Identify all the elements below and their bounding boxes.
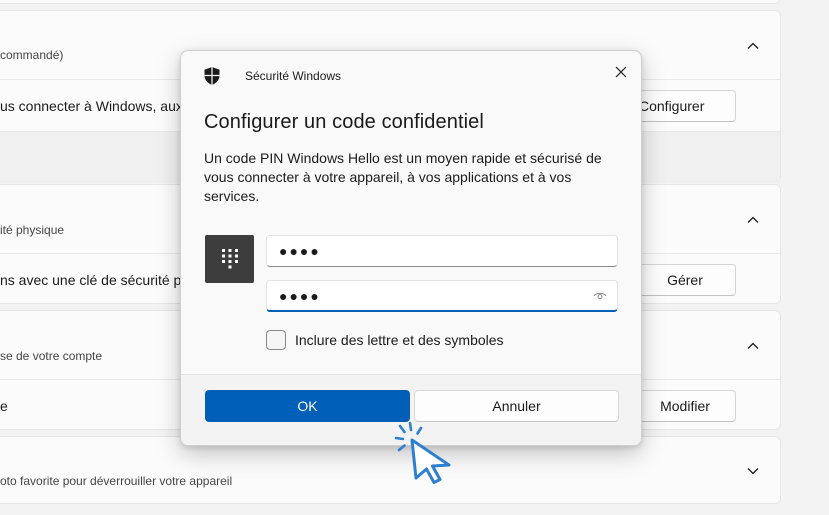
include-symbols-option[interactable]: Inclure des lettre et des symboles [266, 330, 504, 350]
confirm-pin-field[interactable]: ●●●● [266, 280, 618, 312]
section-description: commandé) [0, 48, 64, 62]
row-text: us connecter à Windows, aux [0, 98, 183, 114]
mouse-pointer-icon [392, 420, 456, 484]
section-header-picture-password[interactable]: oto favorite pour déverrouiller votre ap… [0, 437, 780, 505]
row-text: e [0, 398, 8, 414]
chevron-up-icon[interactable] [746, 39, 760, 53]
shield-icon [203, 66, 221, 86]
confirm-pin-value: ●●●● [279, 287, 321, 304]
settings-card-top-edge [0, 0, 781, 4]
include-symbols-checkbox[interactable] [266, 330, 286, 350]
cancel-button[interactable]: Annuler [414, 390, 619, 422]
close-icon [615, 65, 627, 83]
eye-icon[interactable] [593, 289, 607, 303]
include-symbols-label[interactable]: Inclure des lettre et des symboles [295, 332, 504, 348]
settings-card-picture-password: oto favorite pour déverrouiller votre ap… [0, 436, 781, 504]
keypad-icon [205, 235, 254, 283]
chevron-up-icon[interactable] [746, 213, 760, 227]
dialog-description: Un code PIN Windows Hello est un moyen r… [204, 150, 602, 204]
manage-button[interactable]: Gérer [634, 264, 736, 296]
configure-button[interactable]: Configurer [634, 90, 736, 122]
section-description: oto favorite pour déverrouiller votre ap… [0, 474, 233, 488]
new-pin-field[interactable]: ●●●● [266, 235, 618, 267]
dialog-title: Configurer un code confidentiel [204, 111, 484, 133]
close-button[interactable] [606, 59, 636, 89]
chevron-down-icon[interactable] [746, 464, 760, 478]
section-description: se de votre compte [0, 349, 103, 363]
pin-setup-dialog: Sécurité Windows Configurer un code conf… [180, 50, 642, 446]
dialog-app-name: Sécurité Windows [245, 69, 342, 83]
new-pin-value: ●●●● [279, 243, 321, 259]
ok-button[interactable]: OK [205, 390, 410, 422]
section-description: ité physique [0, 223, 65, 237]
modify-button[interactable]: Modifier [634, 390, 736, 422]
row-text: ns avec une clé de sécurité ph [0, 272, 190, 288]
chevron-up-icon[interactable] [746, 339, 760, 353]
